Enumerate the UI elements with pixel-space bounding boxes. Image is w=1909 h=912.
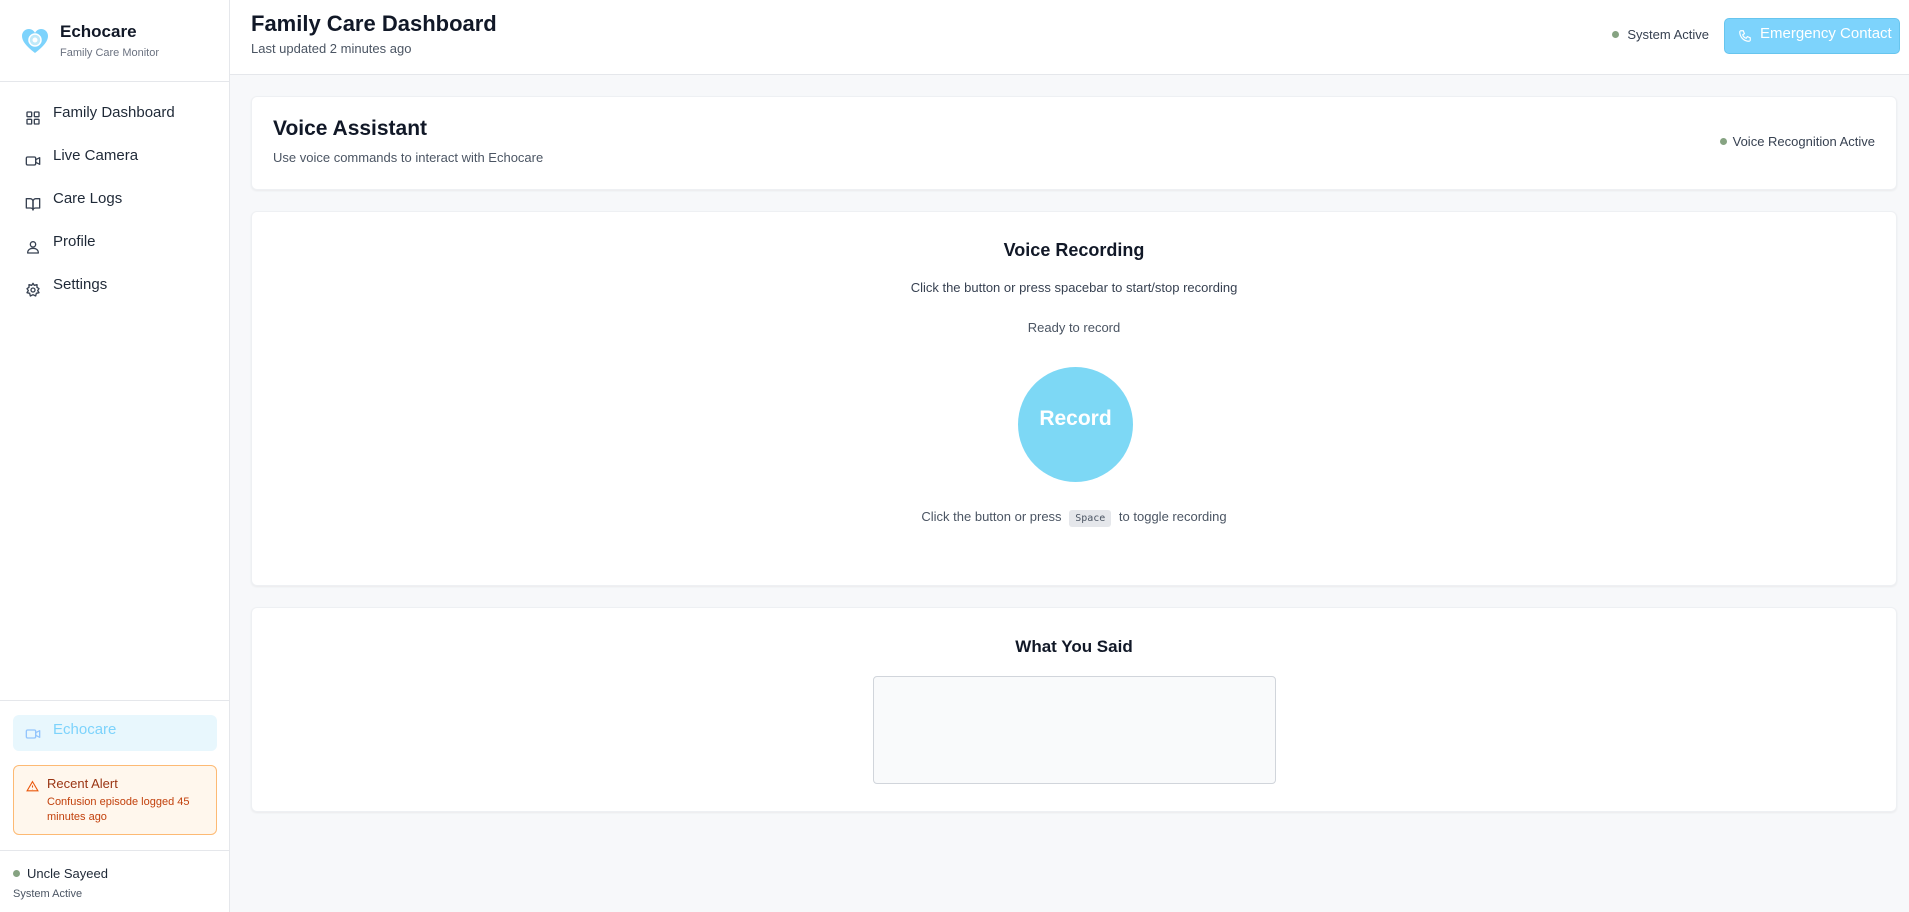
hint-text: to toggle recording — [1118, 509, 1227, 524]
warning-icon — [26, 780, 39, 792]
recording-instruction: Click the button or press spacebar to st… — [910, 280, 1238, 295]
alert-text: Confusion episode logged 45 minutes ago — [47, 796, 190, 823]
brand-subtitle: Family Care Monitor — [60, 47, 160, 59]
gear-icon — [26, 282, 40, 297]
voice-recognition-status: Voice Recognition Active — [1719, 134, 1875, 149]
system-status-label: System Active — [1627, 27, 1709, 42]
emergency-contact-button[interactable]: Emergency Contact — [1724, 18, 1900, 54]
sidebar-item-label: Profile — [53, 233, 96, 250]
transcript-title: What You Said — [1015, 637, 1133, 656]
brand: Echocare Family Care Monitor — [0, 0, 229, 82]
user-status: System Active — [13, 888, 83, 900]
sidebar-nav: Family Dashboard Live Camera Care Logs P… — [0, 82, 229, 307]
sidebar-item-echocare[interactable]: Echocare — [13, 715, 217, 751]
voice-recording-card: Voice Recording Click the button or pres… — [251, 211, 1897, 586]
sidebar-item-settings[interactable]: Settings — [0, 264, 229, 307]
sidebar-item-label: Family Dashboard — [53, 104, 175, 121]
video-icon — [25, 156, 41, 166]
alert-title: Recent Alert — [47, 776, 118, 791]
recording-title: Voice Recording — [1003, 240, 1145, 260]
hint-text: Click the button or press — [921, 509, 1062, 524]
top-header: Family Care Dashboard Last updated 2 min… — [230, 0, 1909, 75]
transcript-box[interactable] — [873, 676, 1276, 784]
section-subtitle: Use voice commands to interact with Echo… — [273, 150, 544, 165]
brand-name: Echocare — [60, 22, 137, 41]
sidebar-item-live-camera[interactable]: Live Camera — [0, 135, 229, 178]
user-info: Uncle Sayeed System Active — [0, 850, 230, 912]
sidebar-item-label: Care Logs — [53, 190, 123, 207]
record-button[interactable]: Record — [1018, 367, 1133, 482]
sidebar-item-label: Live Camera — [53, 147, 139, 164]
sidebar-item-family-dashboard[interactable]: Family Dashboard — [0, 92, 229, 135]
recent-alert[interactable]: Recent Alert Confusion episode logged 45… — [13, 765, 217, 835]
phone-icon — [1739, 30, 1751, 42]
video-icon — [25, 729, 41, 739]
space-key-badge: Space — [1069, 510, 1112, 527]
grid-icon — [26, 111, 40, 125]
status-dot — [1719, 138, 1727, 145]
user-icon — [27, 241, 39, 254]
transcript-card: What You Said — [251, 607, 1897, 812]
book-icon — [25, 198, 41, 211]
voice-status-label: Voice Recognition Active — [1732, 134, 1875, 149]
user-name: Uncle Sayeed — [27, 866, 108, 881]
section-title: Voice Assistant — [273, 117, 428, 140]
sidebar-item-profile[interactable]: Profile — [0, 221, 229, 264]
sidebar-item-label: Echocare — [53, 721, 117, 738]
system-status: System Active — [1612, 27, 1709, 42]
sidebar-item-care-logs[interactable]: Care Logs — [0, 178, 229, 221]
heart-logo-icon — [22, 28, 48, 53]
status-dot — [1612, 31, 1620, 38]
voice-assistant-card: Voice Assistant Use voice commands to in… — [251, 96, 1897, 190]
recording-hint: Click the button or press Space to toggl… — [252, 509, 1896, 527]
last-updated: Last updated 2 minutes ago — [251, 41, 412, 56]
recording-status: Ready to record — [1027, 320, 1121, 335]
sidebar-item-label: Settings — [53, 276, 108, 293]
page-title: Family Care Dashboard — [251, 11, 497, 36]
sidebar: Echocare Family Care Monitor Family Dash… — [0, 0, 230, 912]
sidebar-footer: Echocare Recent Alert Confusion episode … — [0, 700, 230, 835]
status-dot — [13, 870, 20, 877]
emergency-contact-label: Emergency Contact — [1760, 25, 1892, 42]
